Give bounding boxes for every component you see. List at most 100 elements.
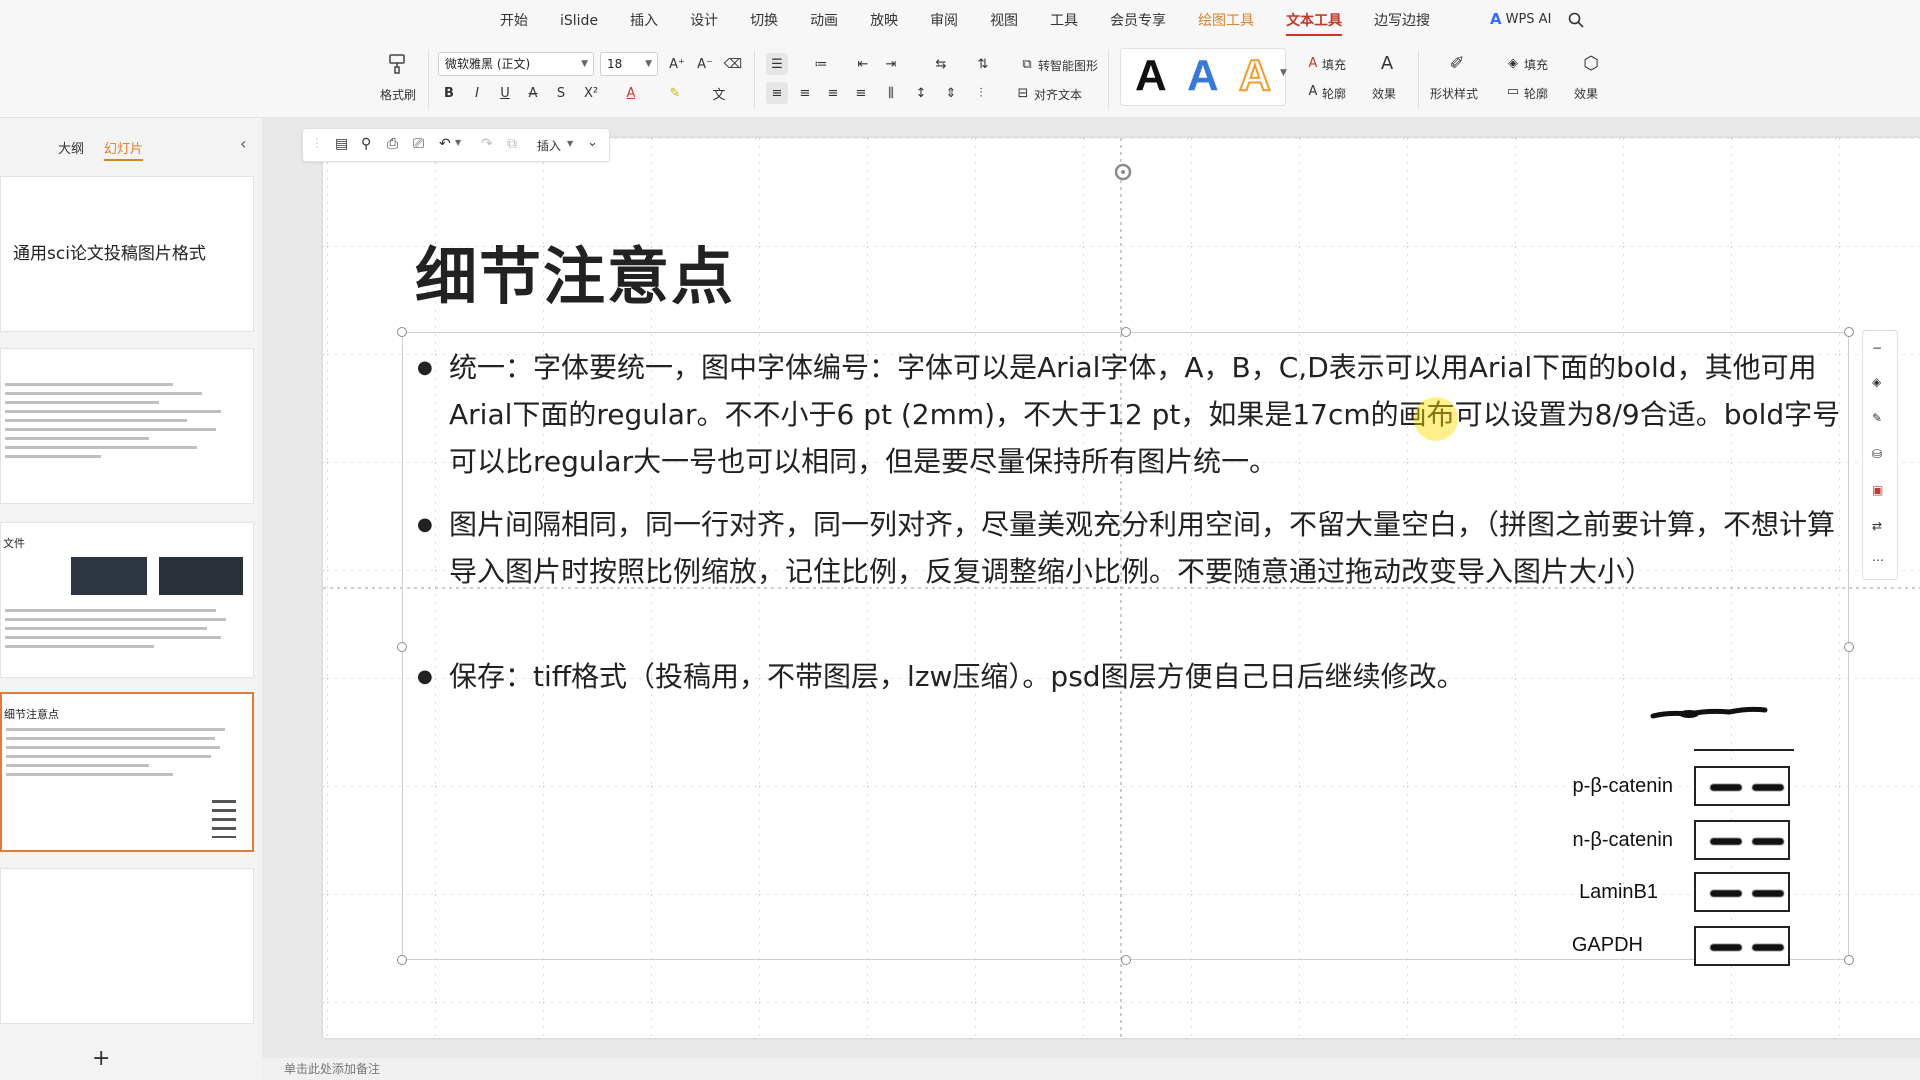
shape-outline-icon[interactable]: ▭ — [1502, 80, 1524, 102]
clear-format-icon[interactable]: ⌫ — [722, 53, 744, 75]
shape-effect-label[interactable]: 效果 — [1574, 85, 1598, 102]
menu-tab-1[interactable]: iSlide — [560, 0, 598, 42]
menu-tab-2[interactable]: 插入 — [630, 0, 658, 42]
shape-style-label[interactable]: 形状样式 — [1430, 85, 1478, 102]
outline-box-icon[interactable]: ▣ — [1872, 483, 1890, 501]
bullet-item-unify[interactable]: 统一：字体要统一，图中字体编号：字体可以是Arial字体，A，B，C,D表示可以… — [417, 344, 1857, 485]
menu-tab-3[interactable]: 设计 — [690, 0, 718, 42]
shadow-text-icon[interactable]: S — [550, 82, 572, 104]
pen-icon[interactable]: ✎ — [1872, 411, 1890, 429]
shape-effect-icon[interactable]: ⬡ — [1580, 52, 1602, 74]
format-brush-icon[interactable]: ⚲ — [361, 136, 371, 152]
decrease-indent-icon[interactable]: ⇤ — [852, 53, 874, 75]
line-spacing-icon[interactable]: ↕ — [910, 82, 932, 104]
smart-shape-icon[interactable]: ⧉ — [1016, 53, 1038, 75]
undo-icon[interactable]: ↶ — [439, 136, 451, 152]
minus-icon[interactable]: − — [1872, 341, 1890, 359]
slide-thumbnail-2[interactable] — [0, 348, 254, 504]
justify-icon[interactable]: ≡ — [850, 82, 872, 104]
strikethrough-icon[interactable]: A — [522, 82, 544, 104]
text-outline-icon[interactable]: A — [1302, 80, 1324, 102]
copy-icon[interactable]: ⧉ — [507, 136, 517, 152]
resize-handle[interactable] — [1844, 327, 1854, 337]
paragraph-spacing-icon[interactable]: ⇕ — [940, 82, 962, 104]
resize-handle[interactable] — [397, 642, 407, 652]
fill-bucket-icon[interactable]: ⛁ — [1872, 447, 1890, 465]
text-style-orange-outline[interactable]: A — [1238, 50, 1272, 101]
text-outline-label[interactable]: 轮廓 — [1322, 85, 1346, 102]
insert-menu-label[interactable]: 插入 — [537, 137, 561, 154]
menu-tab-4[interactable]: 切换 — [750, 0, 778, 42]
bullet-item-spacing[interactable]: 图片间隔相同，同一行对齐，同一列对齐，尽量美观充分利用空间，不留大量空白，（拼图… — [417, 501, 1857, 595]
rotate-handle-icon[interactable] — [1113, 162, 1133, 182]
columns-icon[interactable]: ⫶ — [970, 82, 992, 104]
resize-handle[interactable] — [1121, 327, 1131, 337]
layers-icon[interactable]: ◈ — [1872, 375, 1890, 393]
bullet-item-save[interactable]: 保存：tiff格式（投稿用，不带图层，lzw压缩）。psd图层方便自己日后继续修… — [417, 653, 1857, 700]
distribute-icon[interactable]: ⫼ — [880, 82, 902, 104]
superscript-icon[interactable]: X² — [580, 82, 602, 104]
menu-tab-7[interactable]: 审阅 — [930, 0, 958, 42]
tab-outline[interactable]: 大纲 — [58, 138, 84, 157]
italic-icon[interactable]: I — [466, 82, 488, 104]
menu-tab-6[interactable]: 放映 — [870, 0, 898, 42]
shape-fill-icon[interactable]: ◈ — [1502, 52, 1524, 74]
text-fill-icon[interactable]: A — [1302, 52, 1324, 74]
menu-tab-10[interactable]: 会员专享 — [1110, 0, 1166, 42]
print-preview-icon[interactable]: ⎚ — [413, 136, 424, 152]
bullet-list-icon[interactable]: ☰ — [766, 53, 788, 75]
wps-ai-button[interactable]: A WPS AI — [1490, 10, 1551, 28]
sort-icon[interactable]: ⇅ — [972, 53, 994, 75]
slide-title[interactable]: 细节注意点 — [415, 226, 735, 316]
slide-thumbnail-3[interactable]: 文件 — [0, 522, 254, 678]
text-effect-icon[interactable]: A — [1376, 52, 1398, 74]
font-color-icon[interactable]: A — [620, 82, 642, 104]
tab-slides[interactable]: 幻灯片 — [104, 138, 144, 161]
shape-fill-label[interactable]: 填充 — [1524, 56, 1548, 73]
menu-tab-13[interactable]: 边写边搜 — [1374, 0, 1430, 42]
increase-font-icon[interactable]: A⁺ — [666, 53, 688, 75]
text-style-blue[interactable]: A — [1187, 51, 1219, 101]
menu-tab-9[interactable]: 工具 — [1050, 0, 1078, 42]
align-center-icon[interactable]: ≡ — [794, 82, 816, 104]
more-dropdown-icon[interactable]: ⌄ — [587, 135, 598, 150]
text-effect-label[interactable]: 效果 — [1372, 85, 1396, 102]
decrease-font-icon[interactable]: A⁻ — [694, 53, 716, 75]
phonetic-icon[interactable]: 文 — [708, 82, 730, 104]
new-slide-icon[interactable]: ▤ — [335, 136, 348, 152]
menu-tab-11[interactable]: 绘图工具 — [1198, 0, 1254, 42]
search-icon[interactable] — [1568, 12, 1584, 28]
increase-indent-icon[interactable]: ⇥ — [880, 53, 902, 75]
align-text-label[interactable]: 对齐文本 — [1034, 86, 1082, 103]
shape-swap-icon[interactable]: ⇄ — [1872, 519, 1890, 537]
add-slide-icon[interactable]: + — [92, 1046, 110, 1071]
align-right-icon[interactable]: ≡ — [822, 82, 844, 104]
bullet-list[interactable]: 统一：字体要统一，图中字体编号：字体可以是Arial字体，A，B，C,D表示可以… — [417, 344, 1857, 716]
more-options-icon[interactable]: ⋯ — [1872, 553, 1890, 571]
text-art-gallery[interactable]: A A A — [1120, 48, 1286, 106]
chevron-down-icon[interactable]: ▼ — [567, 139, 573, 148]
shape-style-icon[interactable]: ✐ — [1446, 52, 1468, 74]
font-size-select[interactable]: 18 ▼ — [600, 52, 658, 76]
resize-handle[interactable] — [397, 955, 407, 965]
align-left-icon[interactable]: ≡ — [766, 82, 788, 104]
highlight-icon[interactable]: ✎ — [664, 82, 686, 104]
slide-thumbnail-1[interactable]: 通用sci论文投稿图片格式 — [0, 176, 254, 332]
drag-handle-icon[interactable]: ⋮ — [311, 136, 323, 150]
chevron-down-icon[interactable]: ▼ — [455, 138, 461, 147]
resize-handle[interactable] — [397, 327, 407, 337]
text-style-black[interactable]: A — [1135, 51, 1167, 101]
numbered-list-icon[interactable]: ≔ — [810, 53, 832, 75]
notes-bar[interactable]: 单击此处添加备注 — [262, 1058, 1920, 1080]
gallery-more-icon[interactable]: ▼ — [1280, 68, 1287, 78]
slide-canvas[interactable]: 细节注意点 统一：字体要统一，图中字体编号：字体可以是Arial字体，A，B，C… — [323, 138, 1920, 1038]
underline-icon[interactable]: U — [494, 82, 516, 104]
menu-tab-12[interactable]: 文本工具 — [1286, 0, 1343, 42]
menu-tab-5[interactable]: 动画 — [810, 0, 838, 42]
slide-thumbnail-5[interactable] — [0, 868, 254, 1024]
align-text-icon[interactable]: ⊟ — [1012, 82, 1034, 104]
collapse-pane-icon[interactable]: ‹ — [240, 134, 246, 153]
resize-handle[interactable] — [1844, 955, 1854, 965]
shape-outline-label[interactable]: 轮廓 — [1524, 85, 1548, 102]
menu-tab-0[interactable]: 开始 — [500, 0, 528, 42]
